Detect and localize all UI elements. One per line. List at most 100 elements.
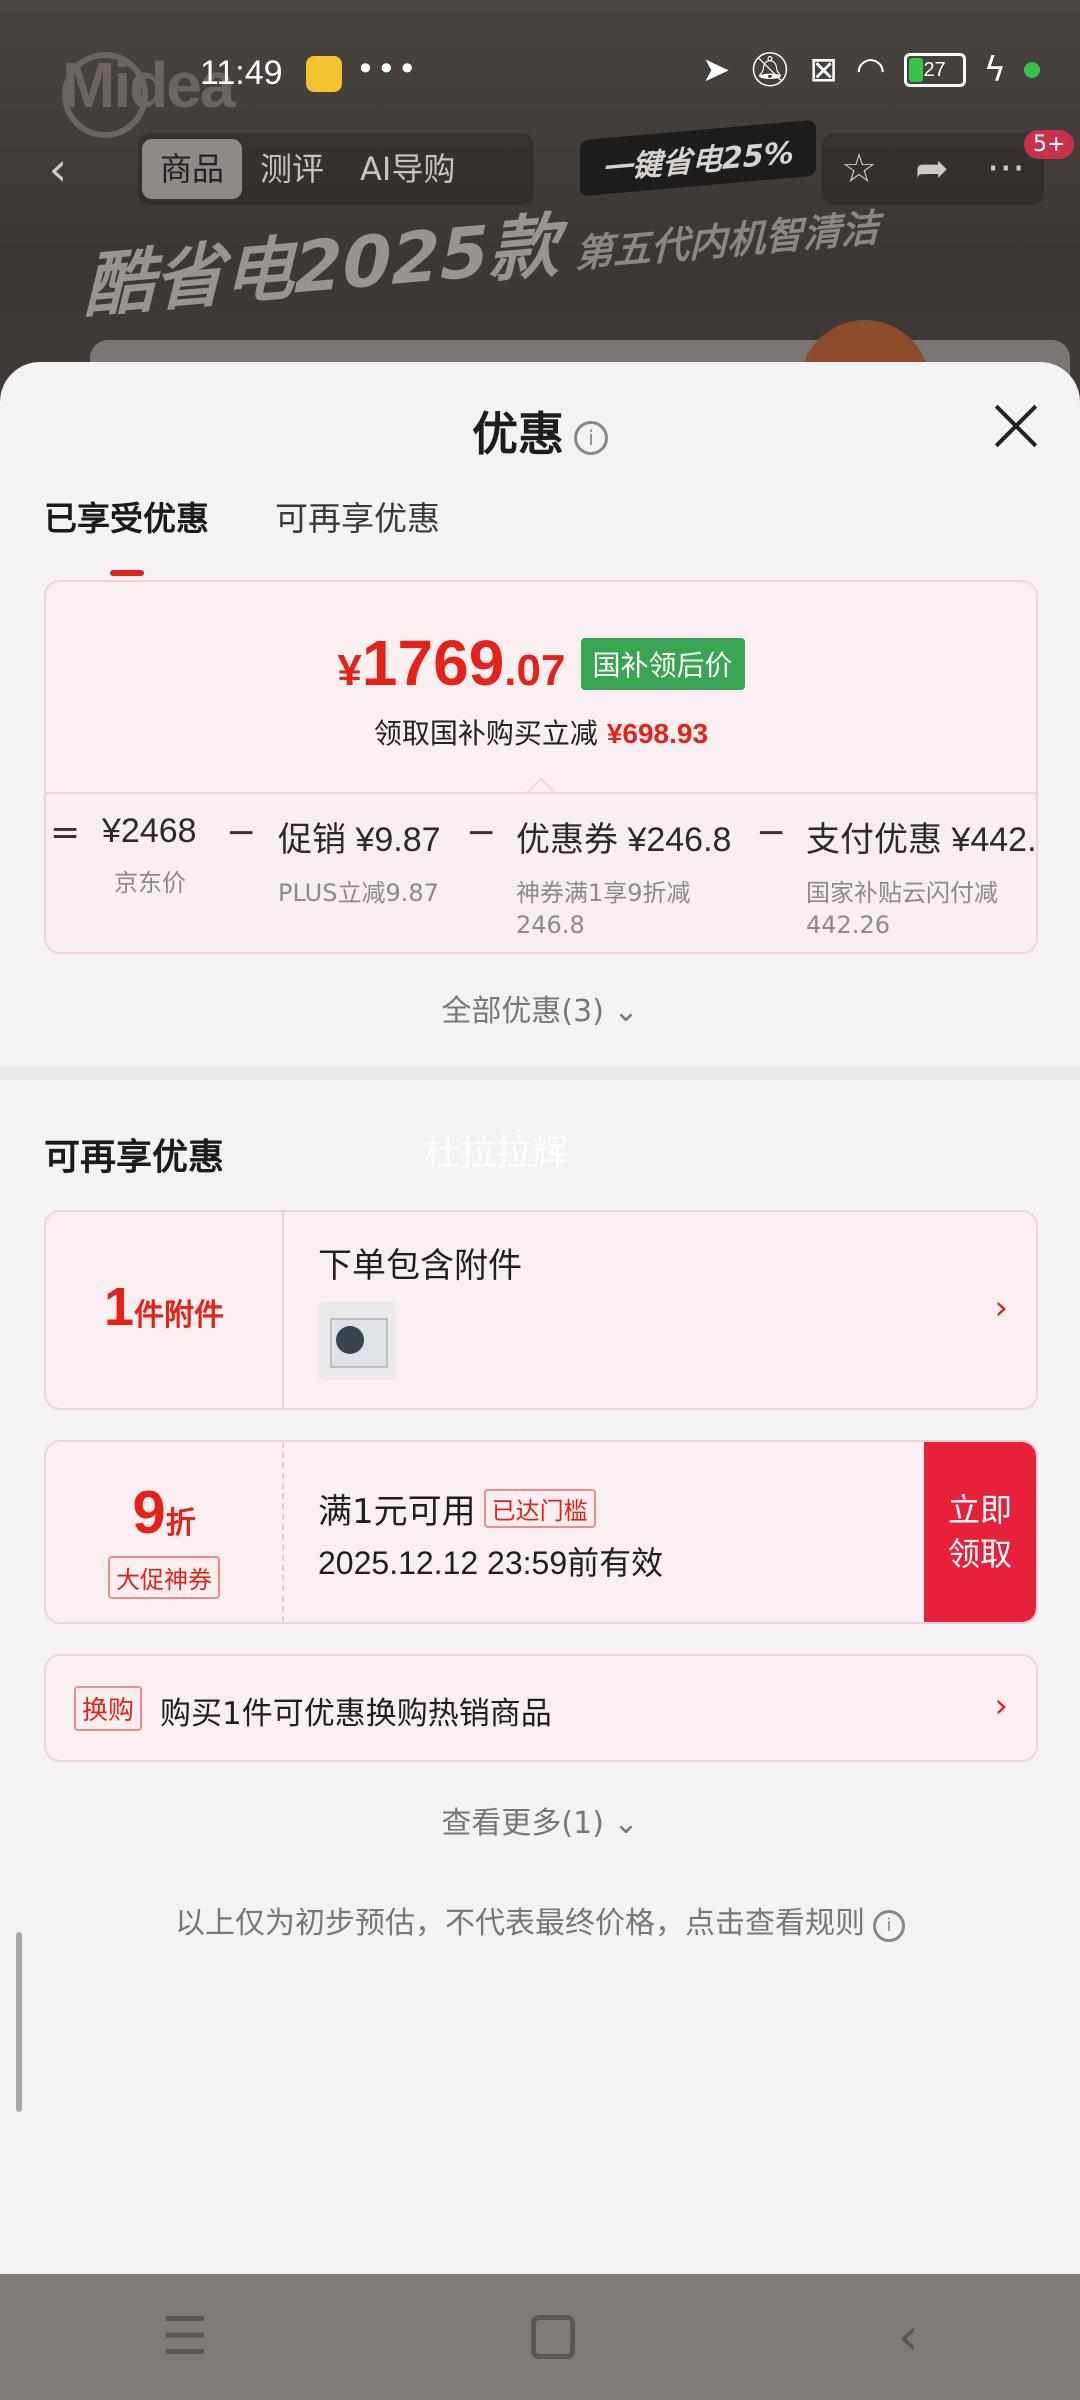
disclaimer-text: 以上仅为初步预估，不代表最终价格，点击查看规则 bbox=[175, 1906, 865, 1941]
price-summary-card: ¥1769.07 国补领后价 领取国补购买立减 ¥698.93 = ¥2468 … bbox=[44, 580, 1038, 954]
breakdown-item-jd-price: ¥2468 京东价 bbox=[102, 812, 197, 899]
battery-icon: 27 bbox=[903, 53, 966, 87]
no-sim-icon: ⊠ bbox=[809, 50, 838, 90]
price-currency: ¥ bbox=[337, 646, 362, 695]
banner-pill: 一键省电25% bbox=[580, 119, 816, 197]
breakdown-item-promo: 促销 ¥9.87 PLUS立减9.87 bbox=[278, 812, 441, 909]
trade-up-card[interactable]: 换购 购买1件可优惠换购热销商品 › bbox=[44, 1654, 1038, 1762]
banner-headline: 酷省电2025款 bbox=[84, 204, 559, 328]
savings-amount: ¥698.93 bbox=[606, 718, 709, 749]
location-icon: ➤ bbox=[701, 50, 731, 90]
status-time: 11:49 bbox=[200, 54, 283, 92]
scrollbar[interactable] bbox=[16, 1932, 22, 2112]
breakdown-op-minus: − bbox=[466, 812, 497, 853]
info-icon[interactable]: i bbox=[574, 420, 608, 455]
status-bar: 11:49 ••• ➤ 🔕︎ ⊠ ◠ 27 ϟ bbox=[0, 40, 1080, 110]
favorite-star-icon[interactable]: ☆ bbox=[841, 146, 877, 192]
back-nav-icon[interactable]: ‹ bbox=[898, 2307, 919, 2367]
see-more-toggle[interactable]: 查看更多(1) ⌄ bbox=[0, 1798, 1080, 1842]
coupon-condition-text: 满1元可用 bbox=[318, 1492, 476, 1532]
product-actions: ☆ ➦ ··· bbox=[822, 133, 1044, 205]
section-title-available: 可再享优惠 bbox=[44, 1137, 225, 1178]
breakdown-op-minus: − bbox=[756, 812, 787, 853]
breakdown-op-equals: = bbox=[50, 812, 81, 853]
message-count-badge: 5+ bbox=[1024, 130, 1075, 159]
trade-up-tag: 换购 bbox=[74, 1686, 143, 1731]
claim-coupon-button[interactable]: 立即 领取 bbox=[924, 1442, 1036, 1622]
breakdown-op-minus: − bbox=[226, 812, 257, 853]
home-icon[interactable] bbox=[530, 2315, 575, 2359]
offer-tabs: 已享受优惠 可再享优惠 bbox=[44, 492, 440, 576]
offers-sheet: 优惠 i 已享受优惠 可再享优惠 ¥1769.07 国补领后价 领取国补购买立减 … bbox=[0, 362, 1080, 2274]
watermark-text: 杜拉拉辉 bbox=[424, 1133, 569, 1174]
price-decimal: .07 bbox=[504, 646, 566, 695]
accessory-count: 1件附件 bbox=[46, 1276, 282, 1338]
tab-ai-guide[interactable]: AI导购 bbox=[342, 139, 473, 199]
banner-subline: 第五代内机智清洁 bbox=[575, 205, 880, 277]
all-offers-toggle[interactable]: 全部优惠(3) ⌄ bbox=[0, 986, 1080, 1030]
wifi-icon: ◠ bbox=[855, 50, 886, 90]
tab-product[interactable]: 商品 bbox=[142, 139, 243, 199]
accessory-count-number: 1 bbox=[103, 1277, 135, 1337]
claim-button-line2: 领取 bbox=[947, 1535, 1012, 1573]
chevron-right-icon: › bbox=[994, 1686, 1008, 1726]
more-notifications-icon: ••• bbox=[356, 50, 419, 88]
mute-icon: 🔕︎ bbox=[748, 50, 792, 90]
sheet-title: 优惠 i bbox=[0, 398, 1080, 464]
price-breakdown: = ¥2468 京东价 − 促销 ¥9.87 PLUS立减9.87 − 优惠券 … bbox=[46, 792, 1037, 952]
system-nav-bar: ☰ ‹ bbox=[0, 2274, 1080, 2400]
breakdown-item-payment: 支付优惠 ¥442.26 国家补贴云闪付减 442.26 bbox=[806, 812, 1037, 941]
notification-app-icon bbox=[306, 56, 342, 92]
accessory-count-unit: 件附件 bbox=[134, 1298, 225, 1333]
sheet-title-text: 优惠 bbox=[472, 407, 564, 461]
accessory-card[interactable]: 1件附件 下单包含附件 › bbox=[44, 1210, 1038, 1410]
section-divider bbox=[0, 1066, 1080, 1080]
breakdown-desc-line1: 国家补贴云闪付减 bbox=[806, 879, 998, 907]
coupon-discount-number: 9 bbox=[132, 1479, 166, 1546]
breakdown-value: 优惠券 ¥246.8 bbox=[516, 821, 732, 859]
product-tabs: 商品 测评 AI导购 bbox=[138, 133, 534, 205]
coupon-type-label: 大促神券 bbox=[108, 1556, 220, 1599]
coupon-condition: 满1元可用 已达门槛 bbox=[318, 1484, 596, 1533]
close-icon[interactable] bbox=[992, 402, 1040, 450]
breakdown-desc: 神券满1享9折减 246.8 bbox=[516, 877, 731, 941]
subsidy-price-tag: 国补领后价 bbox=[580, 638, 745, 690]
breakdown-desc-line2: 442.26 bbox=[806, 911, 890, 939]
breakdown-value: ¥2468 bbox=[102, 812, 197, 850]
outdoor-unit-thumbnail bbox=[318, 1302, 396, 1380]
trade-up-text: 购买1件可优惠换购热销商品 bbox=[160, 1696, 552, 1732]
breakdown-desc: 国家补贴云闪付减 442.26 bbox=[806, 877, 1036, 941]
coupon-discount-unit: 折 bbox=[165, 1506, 196, 1541]
chevron-right-icon: › bbox=[994, 1288, 1008, 1328]
threshold-met-badge: 已达门槛 bbox=[483, 1489, 596, 1528]
tab-enjoyed-offers[interactable]: 已享受优惠 bbox=[44, 492, 209, 576]
breakdown-value: 促销 ¥9.87 bbox=[278, 821, 441, 859]
coupon-discount: 9折 bbox=[46, 1478, 282, 1547]
recents-menu-icon[interactable]: ☰ bbox=[161, 2307, 208, 2367]
breakdown-desc: 京东价 bbox=[114, 869, 186, 897]
breakdown-desc-line1: 神券满1享9折减 bbox=[516, 879, 691, 907]
price-integer: 1769 bbox=[361, 627, 505, 699]
info-icon[interactable]: i bbox=[873, 1910, 905, 1942]
charging-icon: ϟ bbox=[983, 50, 1006, 90]
accessory-count-box: 1件附件 bbox=[46, 1212, 284, 1408]
more-icon[interactable]: ··· bbox=[987, 146, 1025, 192]
tab-review[interactable]: 测评 bbox=[242, 139, 342, 199]
back-icon[interactable]: ‹ bbox=[22, 135, 94, 203]
tab-available-offers[interactable]: 可再享优惠 bbox=[275, 492, 440, 540]
savings-label: 领取国补购买立减 bbox=[373, 717, 598, 750]
charging-dot-icon bbox=[1024, 62, 1040, 78]
claim-button-line1: 立即 bbox=[947, 1491, 1012, 1529]
breakdown-value: 支付优惠 ¥442.26 bbox=[806, 821, 1037, 859]
savings-line: 领取国补购买立减 ¥698.93 bbox=[46, 712, 1036, 752]
share-icon[interactable]: ➦ bbox=[915, 146, 949, 192]
coupon-card: 9折 大促神券 满1元可用 已达门槛 2025.12.12 23:59前有效 立即… bbox=[44, 1440, 1038, 1624]
accessory-title: 下单包含附件 bbox=[318, 1246, 522, 1286]
coupon-expiry: 2025.12.12 23:59前有效 bbox=[318, 1545, 664, 1581]
breakdown-desc-line2: 246.8 bbox=[516, 911, 585, 939]
breakdown-desc: PLUS立减9.87 bbox=[278, 879, 439, 907]
final-price-amount: ¥1769.07 bbox=[337, 627, 565, 699]
disclaimer[interactable]: 以上仅为初步预估，不代表最终价格，点击查看规则 i bbox=[0, 1898, 1080, 1942]
breakdown-item-coupon: 优惠券 ¥246.8 神券满1享9折减 246.8 bbox=[516, 812, 731, 941]
coupon-discount-box: 9折 大促神券 bbox=[46, 1442, 284, 1622]
